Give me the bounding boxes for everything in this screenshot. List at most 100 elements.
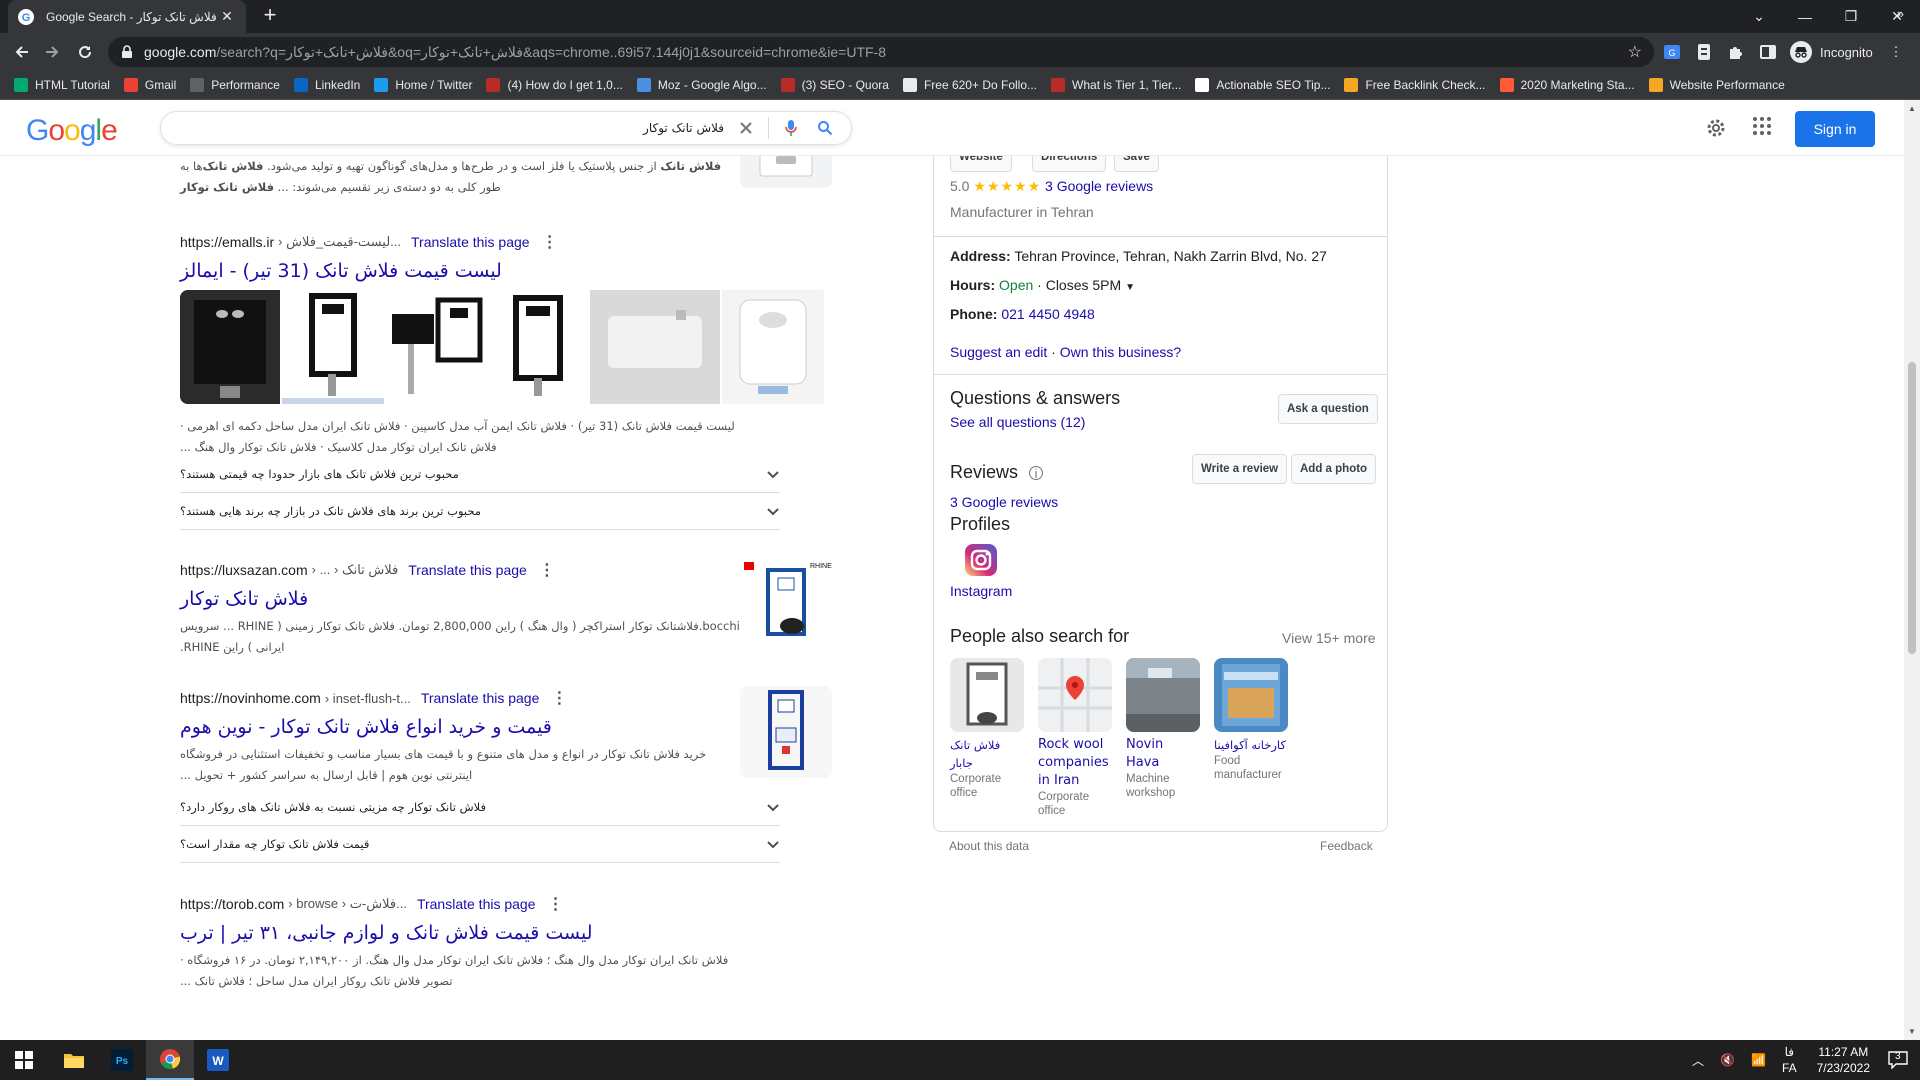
- photoshop-icon[interactable]: Ps: [98, 1040, 146, 1080]
- product-image[interactable]: [722, 290, 824, 404]
- page-scrollbar[interactable]: ▲ ▼: [1904, 100, 1920, 1040]
- result-url[interactable]: https://luxsazan.com › ... › فلاش تانک T…: [180, 560, 832, 580]
- see-all-questions-link[interactable]: See all questions (12): [950, 414, 1085, 430]
- bookmark-item[interactable]: HTML Tutorial: [14, 78, 110, 92]
- result-url[interactable]: https://novinhome.com › inset-flush-t...…: [180, 688, 832, 708]
- related-entity[interactable]: Rock wool companies in Iran Corporate of…: [1038, 658, 1112, 818]
- entity-thumbnail[interactable]: [1038, 658, 1112, 732]
- bookmarks-overflow-icon[interactable]: »: [1897, 6, 1904, 21]
- ask-question-button[interactable]: Ask a question: [1278, 394, 1378, 424]
- settings-gear-icon[interactable]: [1704, 116, 1728, 140]
- language-indicator[interactable]: فا FA: [1782, 1044, 1797, 1076]
- restore-button[interactable]: ❐: [1828, 0, 1874, 33]
- result-more-icon[interactable]: ⋮: [542, 232, 558, 252]
- scroll-thumb[interactable]: [1908, 362, 1916, 654]
- product-image[interactable]: [590, 290, 720, 404]
- result-more-icon[interactable]: ⋮: [551, 688, 567, 708]
- clock[interactable]: 11:27 AM 7/23/2022: [1817, 1044, 1870, 1076]
- result-title-link[interactable]: فلاش تانک توکار: [180, 588, 832, 610]
- bookmark-item[interactable]: 2020 Marketing Sta...: [1499, 78, 1635, 92]
- extension-icon[interactable]: [1692, 40, 1716, 64]
- search-icon[interactable]: [813, 116, 837, 140]
- new-tab-button[interactable]: +: [256, 4, 284, 28]
- incognito-indicator[interactable]: Incognito: [1790, 40, 1873, 64]
- bookmark-item[interactable]: Performance: [190, 78, 280, 92]
- windows-start-icon[interactable]: [0, 1040, 48, 1080]
- google-reviews-link[interactable]: 3 Google reviews: [1045, 178, 1153, 194]
- result-url[interactable]: https://torob.com › browse › فلاش-ت... T…: [180, 894, 832, 914]
- scroll-up-icon[interactable]: ▲: [1908, 104, 1916, 113]
- tab-search-icon[interactable]: ⌄: [1736, 0, 1782, 33]
- bookmark-item[interactable]: What is Tier 1, Tier...: [1051, 78, 1181, 92]
- instagram-profile[interactable]: Instagram: [950, 544, 1012, 599]
- bookmark-item[interactable]: Free Backlink Check...: [1344, 78, 1486, 92]
- chevron-down-icon[interactable]: [766, 504, 780, 518]
- side-panel-icon[interactable]: [1756, 40, 1780, 64]
- reload-button[interactable]: [73, 40, 97, 64]
- translate-extension-icon[interactable]: G: [1660, 40, 1684, 64]
- result-more-icon[interactable]: ⋮: [539, 560, 555, 580]
- bookmark-item[interactable]: (4) How do I get 1,0...: [486, 78, 623, 92]
- chrome-menu-icon[interactable]: ⋮: [1884, 40, 1908, 64]
- result-title-link[interactable]: لیست قیمت فلاش تانک و لوازم جانبی، ۳۱ تی…: [180, 922, 832, 944]
- chevron-down-icon[interactable]: [766, 837, 780, 851]
- related-question[interactable]: قیمت فلاش تانک توکار چه مقدار است؟: [180, 826, 780, 863]
- result-thumbnail[interactable]: RHINE: [740, 558, 832, 650]
- lock-icon[interactable]: [120, 45, 134, 59]
- volume-icon[interactable]: 🔇: [1720, 1053, 1735, 1067]
- save-button[interactable]: Save: [1114, 156, 1159, 172]
- address-text[interactable]: Tehran Province, Tehran, Nakh Zarrin Blv…: [1014, 248, 1327, 264]
- info-icon[interactable]: i: [1029, 466, 1044, 480]
- chevron-up-icon[interactable]: ︿: [1692, 1052, 1704, 1069]
- related-entity[interactable]: کارخانه آکوافینا Food manufacturer: [1214, 658, 1288, 782]
- bookmark-item[interactable]: Actionable SEO Tip...: [1195, 78, 1330, 92]
- puzzle-extensions-icon[interactable]: [1724, 40, 1748, 64]
- tab-close-icon[interactable]: ✕: [218, 8, 236, 25]
- chevron-down-icon[interactable]: [766, 467, 780, 481]
- product-image[interactable]: [488, 290, 588, 404]
- phone-link[interactable]: 021 4450 4948: [1001, 306, 1094, 322]
- related-entity[interactable]: Novin Hava Machine workshop: [1126, 658, 1200, 800]
- result-thumbnail[interactable]: [740, 156, 832, 188]
- translate-link[interactable]: Translate this page: [417, 896, 536, 912]
- word-icon[interactable]: W: [194, 1040, 242, 1080]
- file-explorer-icon[interactable]: [50, 1040, 98, 1080]
- feedback-link[interactable]: Feedback: [1320, 839, 1373, 853]
- entity-thumbnail[interactable]: [950, 658, 1024, 732]
- browser-tab[interactable]: G Google Search - فلاش تانک توکار ✕: [8, 0, 246, 33]
- result-url[interactable]: https://emalls.ir › لیست-قیمت_فلاش... Tr…: [180, 232, 832, 252]
- forward-button[interactable]: [40, 40, 64, 64]
- google-logo[interactable]: Google: [26, 114, 118, 148]
- search-input[interactable]: [175, 121, 724, 135]
- chevron-down-icon[interactable]: [766, 800, 780, 814]
- product-image[interactable]: [180, 290, 280, 404]
- chrome-taskbar-icon[interactable]: [146, 1040, 194, 1080]
- bookmark-star-icon[interactable]: ☆: [1628, 42, 1642, 62]
- own-business-link[interactable]: Own this business?: [1060, 344, 1181, 360]
- translate-link[interactable]: Translate this page: [408, 562, 527, 578]
- product-image[interactable]: [282, 290, 384, 404]
- wifi-icon[interactable]: 📶: [1751, 1053, 1766, 1067]
- result-thumbnail[interactable]: [740, 686, 832, 778]
- bookmark-item[interactable]: LinkedIn: [293, 78, 360, 92]
- product-image[interactable]: [386, 290, 486, 404]
- hours-dropdown[interactable]: · Closes 5PM: [1033, 277, 1121, 293]
- related-entity[interactable]: فلاش تانک جابار Corporate office: [950, 658, 1024, 800]
- add-photo-button[interactable]: Add a photo: [1291, 454, 1377, 484]
- bookmark-item[interactable]: Gmail: [123, 78, 176, 92]
- google-apps-icon[interactable]: [1752, 116, 1772, 136]
- related-question[interactable]: محبوب ترین فلاش تانک های بازار حدودا چه …: [180, 456, 780, 493]
- voice-search-icon[interactable]: [779, 116, 803, 140]
- google-reviews-link[interactable]: 3 Google reviews: [950, 494, 1058, 510]
- sign-in-button[interactable]: Sign in: [1795, 111, 1875, 147]
- minimize-button[interactable]: —: [1782, 0, 1828, 33]
- translate-link[interactable]: Translate this page: [411, 234, 530, 250]
- back-button[interactable]: [10, 40, 34, 64]
- directions-button[interactable]: Directions: [1032, 156, 1107, 172]
- notification-icon[interactable]: 3: [1888, 1051, 1908, 1069]
- address-bar[interactable]: google.com/search?q=فلاش+تانک+توکار&oq=ف…: [108, 37, 1654, 67]
- translate-link[interactable]: Translate this page: [421, 690, 540, 706]
- bookmark-item[interactable]: (3) SEO - Quora: [780, 78, 889, 92]
- related-question[interactable]: محبوب ترین برند های فلاش تانک در بازار چ…: [180, 493, 780, 530]
- caret-down-icon[interactable]: ▼: [1125, 282, 1135, 293]
